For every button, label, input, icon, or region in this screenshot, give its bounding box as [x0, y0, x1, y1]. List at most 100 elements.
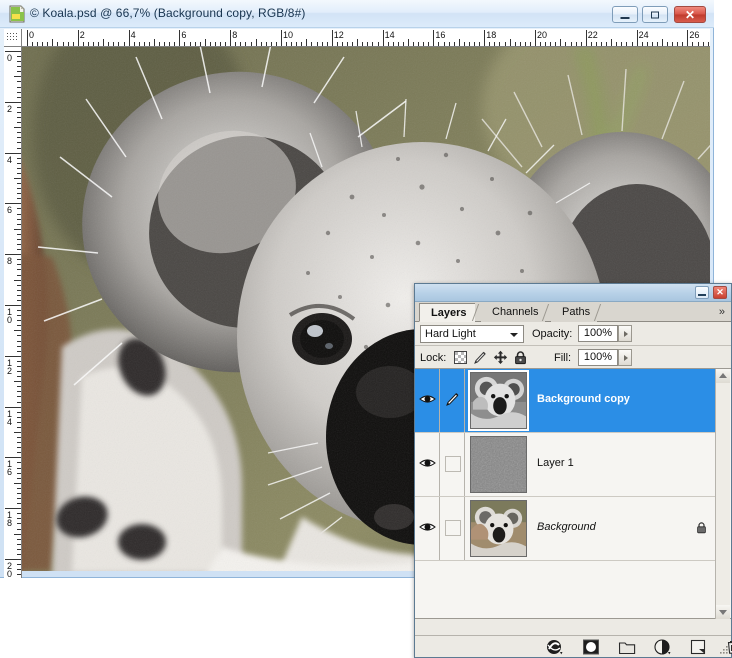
ruler-tick [113, 42, 115, 46]
maximize-button[interactable] [642, 6, 668, 23]
ruler-tick [118, 42, 120, 46]
fill-input[interactable]: 100% [578, 349, 618, 366]
layer-list[interactable]: Background copy Layer 1 Background [415, 369, 731, 619]
ruler-tick [17, 106, 21, 108]
ruler-tick [565, 42, 567, 46]
ruler-tick [682, 42, 684, 46]
tab-paths[interactable]: Paths [551, 303, 597, 322]
panel-title-bar[interactable]: ✕ [415, 284, 731, 302]
ruler-tick [17, 111, 21, 113]
ruler-tick [17, 71, 21, 73]
ruler-tick [133, 42, 135, 46]
ruler-tick [5, 508, 21, 510]
close-button[interactable]: ✕ [674, 6, 706, 23]
layer-row[interactable]: Layer 1 [415, 433, 715, 497]
ruler-tick [17, 371, 21, 373]
ruler-tick [17, 238, 21, 240]
ruler-tick [17, 122, 21, 124]
opacity-slider-button[interactable] [618, 325, 632, 342]
ruler-tick [260, 42, 262, 46]
close-panel-button[interactable]: ✕ [713, 286, 727, 299]
ruler-tick [14, 127, 21, 129]
tab-layers[interactable]: Layers [419, 303, 475, 322]
ruler-tick [17, 223, 21, 225]
ruler-tick [17, 259, 21, 261]
ruler-corner-pattern [6, 32, 18, 42]
ruler-tick [14, 178, 21, 179]
ruler-tick [17, 503, 21, 505]
scroll-up-button[interactable] [716, 369, 730, 383]
layer-link-cell[interactable] [440, 497, 465, 560]
ruler-tick [17, 66, 21, 68]
scroll-down-button[interactable] [716, 605, 730, 619]
ruler-tick [199, 42, 201, 46]
eye-icon[interactable] [419, 520, 436, 534]
panel-menu-button[interactable]: » [719, 306, 725, 318]
ruler-tick [17, 335, 21, 337]
minimize-button[interactable] [612, 6, 638, 23]
layer-row[interactable]: Background copy [415, 369, 715, 433]
layer-thumbnail[interactable] [468, 370, 529, 431]
ruler-label: 8 [232, 30, 238, 40]
horizontal-ruler[interactable]: 0 2 4 6 8 10 12 14 16 18 20 22 24 26 [22, 29, 710, 47]
layer-link-cell[interactable] [440, 433, 465, 496]
ruler-tick [707, 42, 709, 46]
lock-transparent-pixels-icon[interactable] [453, 350, 468, 365]
ruler-tick [17, 472, 21, 474]
lock-position-icon[interactable] [493, 350, 508, 365]
layer-link-cell[interactable] [440, 369, 465, 432]
ruler-origin-corner[interactable] [4, 29, 22, 47]
ruler-tick [595, 42, 597, 46]
blend-mode-select[interactable]: Hard Light [420, 325, 524, 343]
eye-icon[interactable] [419, 456, 436, 470]
tab-channels[interactable]: Channels [481, 303, 545, 322]
fill-slider-button[interactable] [618, 349, 632, 366]
new-layer-icon[interactable] [690, 639, 706, 655]
layer-thumbnail[interactable] [470, 500, 527, 557]
vertical-ruler[interactable]: 0 2 4 6 8 1 0 1 2 1 4 1 6 1 8 2 0 [4, 47, 22, 578]
layer-link-placeholder [445, 456, 461, 472]
ruler-tick [281, 30, 282, 46]
add-layer-mask-icon[interactable] [582, 639, 600, 655]
minimize-panel-button[interactable] [695, 286, 709, 299]
document-title-bar[interactable]: © Koala.psd @ 66,7% (Background copy, RG… [0, 0, 714, 28]
ruler-tick [17, 553, 21, 555]
new-adjustment-layer-icon[interactable] [654, 639, 672, 655]
ruler-tick [702, 42, 704, 46]
link-layers-icon[interactable] [546, 639, 564, 655]
layer-visibility-cell[interactable] [415, 369, 440, 432]
new-group-icon[interactable] [618, 639, 636, 655]
layer-visibility-cell[interactable] [415, 497, 440, 560]
layer-row[interactable]: Background [415, 497, 715, 561]
ruler-tick [128, 30, 130, 46]
ruler-tick [387, 42, 389, 46]
lock-label: Lock: [420, 352, 447, 364]
ruler-tick [448, 42, 450, 46]
eye-icon[interactable] [419, 392, 436, 406]
brush-icon[interactable] [445, 391, 461, 407]
layer-visibility-cell[interactable] [415, 433, 440, 496]
lock-all-icon[interactable] [513, 350, 528, 365]
ruler-tick [453, 42, 455, 46]
ruler-tick [494, 42, 496, 46]
ruler-tick [194, 42, 196, 46]
ruler-tick [585, 30, 587, 46]
ruler-label: 18 [486, 30, 497, 40]
ruler-tick [611, 39, 613, 46]
lock-image-pixels-icon[interactable] [473, 350, 488, 365]
layer-locked-icon [697, 522, 706, 534]
ruler-tick [311, 42, 313, 46]
ruler-tick [5, 51, 21, 52]
layer-list-scrollbar[interactable] [715, 369, 730, 619]
ruler-label: 22 [587, 30, 598, 40]
ruler-tick [17, 142, 21, 144]
ruler-label: 10 [283, 30, 294, 40]
opacity-input[interactable]: 100% [578, 325, 618, 342]
ruler-tick [209, 42, 211, 46]
ruler-tick [672, 42, 674, 46]
ruler-tick [138, 42, 140, 46]
layer-thumbnail[interactable] [470, 436, 527, 493]
ruler-tick [154, 39, 155, 46]
ruler-tick [17, 365, 21, 367]
panel-resize-grip[interactable] [718, 644, 729, 655]
